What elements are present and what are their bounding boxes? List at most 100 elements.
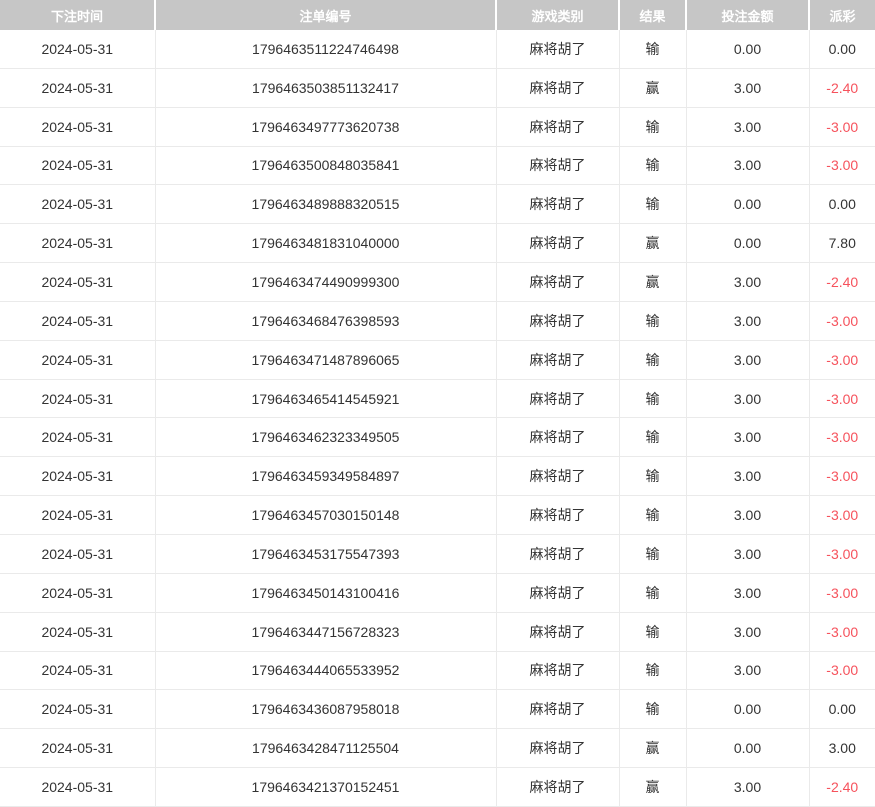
cell-result: 输 xyxy=(619,340,686,379)
cell-payout: -3.00 xyxy=(809,418,875,457)
cell-time: 2024-05-31 xyxy=(0,224,155,263)
cell-amount: 3.00 xyxy=(686,379,809,418)
cell-time: 2024-05-31 xyxy=(0,534,155,573)
cell-order: 1796463489888320515 xyxy=(155,185,496,224)
table-row: 2024-05-311796463500848035841麻将胡了输3.00-3… xyxy=(0,146,875,185)
cell-time: 2024-05-31 xyxy=(0,185,155,224)
cell-amount: 0.00 xyxy=(686,729,809,768)
cell-order: 1796463447156728323 xyxy=(155,612,496,651)
cell-order: 1796463462323349505 xyxy=(155,418,496,457)
cell-order: 1796463471487896065 xyxy=(155,340,496,379)
cell-result: 输 xyxy=(619,301,686,340)
cell-game: 麻将胡了 xyxy=(496,146,619,185)
cell-time: 2024-05-31 xyxy=(0,729,155,768)
cell-result: 输 xyxy=(619,496,686,535)
cell-time: 2024-05-31 xyxy=(0,107,155,146)
column-header-bet-amount: 投注金额 xyxy=(686,0,809,30)
cell-game: 麻将胡了 xyxy=(496,612,619,651)
cell-time: 2024-05-31 xyxy=(0,573,155,612)
cell-game: 麻将胡了 xyxy=(496,651,619,690)
cell-payout: 0.00 xyxy=(809,30,875,68)
header-row: 下注时间 注单编号 游戏类别 结果 投注金额 派彩 xyxy=(0,0,875,30)
table-row: 2024-05-311796463503851132417麻将胡了赢3.00-2… xyxy=(0,68,875,107)
cell-amount: 3.00 xyxy=(686,418,809,457)
cell-amount: 3.00 xyxy=(686,68,809,107)
table-row: 2024-05-311796463511224746498麻将胡了输0.000.… xyxy=(0,30,875,68)
cell-amount: 3.00 xyxy=(686,340,809,379)
cell-result: 输 xyxy=(619,534,686,573)
cell-order: 1796463511224746498 xyxy=(155,30,496,68)
cell-order: 1796463436087958018 xyxy=(155,690,496,729)
cell-payout: 0.00 xyxy=(809,185,875,224)
cell-time: 2024-05-31 xyxy=(0,612,155,651)
cell-order: 1796463450143100416 xyxy=(155,573,496,612)
cell-result: 赢 xyxy=(619,263,686,302)
cell-order: 1796463503851132417 xyxy=(155,68,496,107)
cell-time: 2024-05-31 xyxy=(0,457,155,496)
cell-game: 麻将胡了 xyxy=(496,534,619,573)
cell-result: 输 xyxy=(619,418,686,457)
cell-result: 赢 xyxy=(619,68,686,107)
table-row: 2024-05-311796463447156728323麻将胡了输3.00-3… xyxy=(0,612,875,651)
table-row: 2024-05-311796463497773620738麻将胡了输3.00-3… xyxy=(0,107,875,146)
table-row: 2024-05-311796463444065533952麻将胡了输3.00-3… xyxy=(0,651,875,690)
cell-amount: 3.00 xyxy=(686,263,809,302)
cell-result: 输 xyxy=(619,457,686,496)
table-row: 2024-05-311796463481831040000麻将胡了赢0.007.… xyxy=(0,224,875,263)
cell-order: 1796463474490999300 xyxy=(155,263,496,302)
cell-order: 1796463497773620738 xyxy=(155,107,496,146)
table-row: 2024-05-311796463428471125504麻将胡了赢0.003.… xyxy=(0,729,875,768)
cell-time: 2024-05-31 xyxy=(0,379,155,418)
cell-result: 输 xyxy=(619,107,686,146)
cell-result: 输 xyxy=(619,573,686,612)
cell-game: 麻将胡了 xyxy=(496,301,619,340)
cell-result: 输 xyxy=(619,185,686,224)
column-header-payout: 派彩 xyxy=(809,0,875,30)
cell-amount: 3.00 xyxy=(686,651,809,690)
cell-game: 麻将胡了 xyxy=(496,340,619,379)
table-row: 2024-05-311796463489888320515麻将胡了输0.000.… xyxy=(0,185,875,224)
cell-time: 2024-05-31 xyxy=(0,68,155,107)
table-body: 2024-05-311796463511224746498麻将胡了输0.000.… xyxy=(0,30,875,806)
cell-payout: 7.80 xyxy=(809,224,875,263)
cell-game: 麻将胡了 xyxy=(496,30,619,68)
cell-time: 2024-05-31 xyxy=(0,690,155,729)
table-row: 2024-05-311796463468476398593麻将胡了输3.00-3… xyxy=(0,301,875,340)
column-header-order-id: 注单编号 xyxy=(155,0,496,30)
table-row: 2024-05-311796463471487896065麻将胡了输3.00-3… xyxy=(0,340,875,379)
cell-game: 麻将胡了 xyxy=(496,573,619,612)
table-row: 2024-05-311796463453175547393麻将胡了输3.00-3… xyxy=(0,534,875,573)
cell-payout: -3.00 xyxy=(809,301,875,340)
table-row: 2024-05-311796463474490999300麻将胡了赢3.00-2… xyxy=(0,263,875,302)
cell-result: 输 xyxy=(619,379,686,418)
cell-order: 1796463444065533952 xyxy=(155,651,496,690)
column-header-result: 结果 xyxy=(619,0,686,30)
cell-game: 麻将胡了 xyxy=(496,185,619,224)
cell-payout: -3.00 xyxy=(809,107,875,146)
cell-time: 2024-05-31 xyxy=(0,651,155,690)
cell-payout: -3.00 xyxy=(809,340,875,379)
cell-time: 2024-05-31 xyxy=(0,301,155,340)
cell-amount: 3.00 xyxy=(686,301,809,340)
cell-order: 1796463453175547393 xyxy=(155,534,496,573)
cell-time: 2024-05-31 xyxy=(0,418,155,457)
table-row: 2024-05-311796463465414545921麻将胡了输3.00-3… xyxy=(0,379,875,418)
column-header-bet-time: 下注时间 xyxy=(0,0,155,30)
cell-payout: -3.00 xyxy=(809,496,875,535)
cell-order: 1796463481831040000 xyxy=(155,224,496,263)
column-header-game-type: 游戏类别 xyxy=(496,0,619,30)
cell-amount: 3.00 xyxy=(686,457,809,496)
bet-records-table: 下注时间 注单编号 游戏类别 结果 投注金额 派彩 2024-05-311796… xyxy=(0,0,875,807)
table-header: 下注时间 注单编号 游戏类别 结果 投注金额 派彩 xyxy=(0,0,875,30)
cell-time: 2024-05-31 xyxy=(0,496,155,535)
cell-payout: -3.00 xyxy=(809,457,875,496)
cell-game: 麻将胡了 xyxy=(496,729,619,768)
cell-order: 1796463468476398593 xyxy=(155,301,496,340)
table-row: 2024-05-311796463457030150148麻将胡了输3.00-3… xyxy=(0,496,875,535)
cell-result: 输 xyxy=(619,690,686,729)
cell-payout: -3.00 xyxy=(809,379,875,418)
cell-result: 输 xyxy=(619,612,686,651)
cell-payout: 0.00 xyxy=(809,690,875,729)
cell-game: 麻将胡了 xyxy=(496,224,619,263)
cell-amount: 3.00 xyxy=(686,146,809,185)
